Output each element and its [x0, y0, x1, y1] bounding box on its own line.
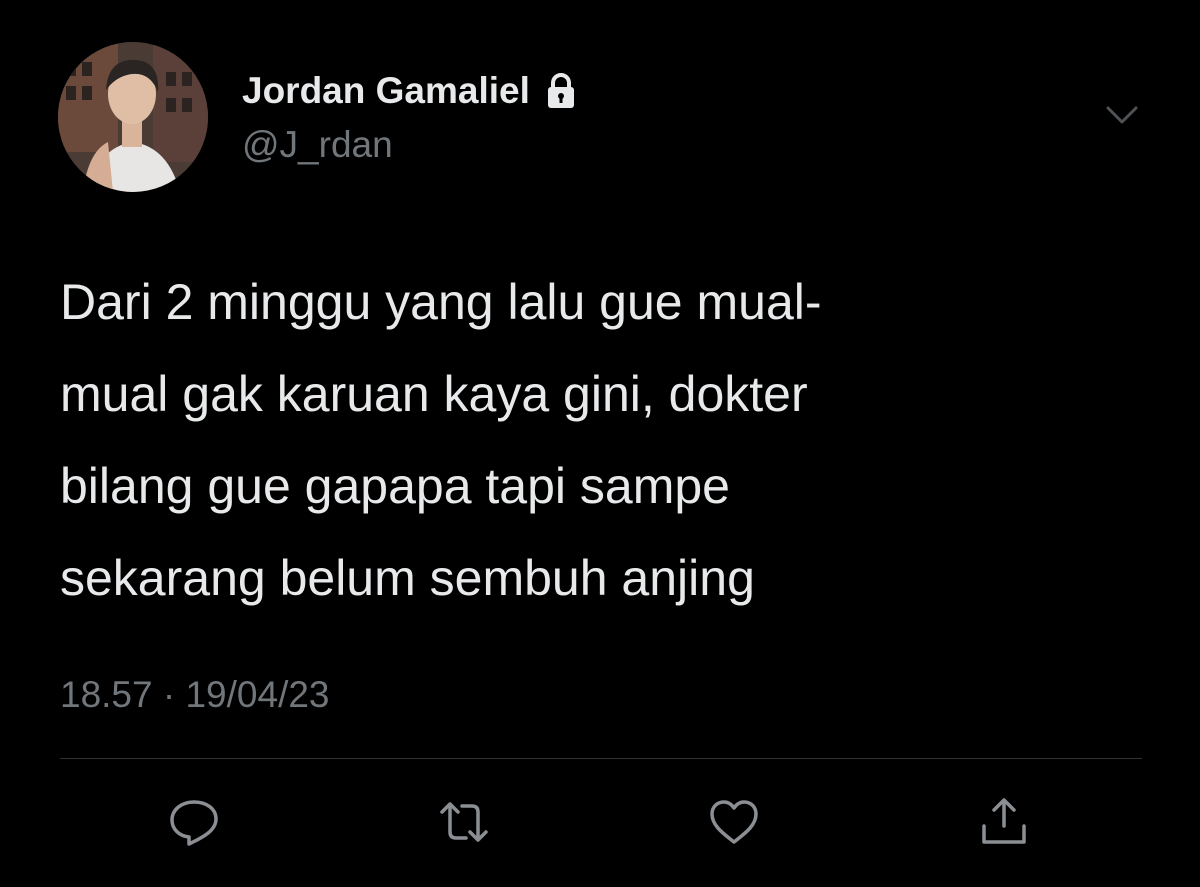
- author-handle[interactable]: @J_rdan: [242, 124, 393, 166]
- meta-separator: ·: [162, 674, 176, 715]
- tweet-time: 18.57: [60, 674, 153, 715]
- share-button[interactable]: [976, 796, 1032, 848]
- author-name[interactable]: Jordan Gamaliel: [242, 70, 530, 112]
- reply-icon: [170, 800, 218, 846]
- lock-icon: [547, 73, 574, 108]
- avatar[interactable]: [58, 42, 208, 192]
- tweet-text-line: bilang gue gapapa tapi sampe: [60, 458, 730, 514]
- tweet-date: 19/04/23: [185, 674, 330, 715]
- tweet-text-line: mual gak karuan kaya gini, dokter: [60, 366, 808, 422]
- retweet-icon: [440, 802, 488, 842]
- like-icon: [710, 800, 758, 844]
- reply-button[interactable]: [166, 796, 222, 848]
- like-button[interactable]: [706, 796, 762, 848]
- avatar-photo: [58, 42, 208, 192]
- share-icon: [982, 798, 1026, 844]
- tweet: Jordan Gamaliel @J_rdan Dari 2 minggu ya…: [0, 0, 1200, 887]
- retweet-button[interactable]: [436, 796, 492, 848]
- tweet-text-line: Dari 2 minggu yang lalu gue mual-: [60, 274, 822, 330]
- chevron-down-icon[interactable]: [1102, 100, 1142, 130]
- author-name-row[interactable]: Jordan Gamaliel: [242, 70, 580, 112]
- tweet-text-line: sekarang belum sembuh anjing: [60, 550, 755, 606]
- tweet-text: Dari 2 minggu yang lalu gue mual- mual g…: [60, 256, 1120, 624]
- tweet-timestamp[interactable]: 18.57 · 19/04/23: [60, 674, 330, 716]
- divider: [60, 758, 1142, 759]
